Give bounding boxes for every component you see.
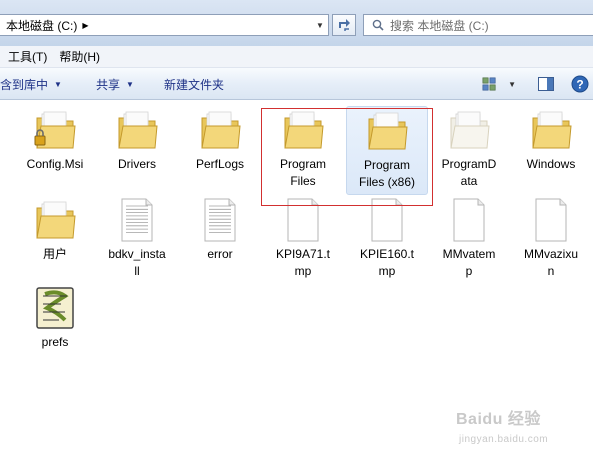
file-item[interactable]: prefs [14, 284, 96, 351]
share-label: 共享 [96, 77, 121, 92]
refresh-icon [339, 19, 350, 31]
file-name: KPI9A71.t mp [275, 247, 331, 278]
include-in-library-button[interactable]: 包含到库中 ▼ [0, 68, 62, 100]
chevron-down-icon: ▼ [126, 79, 134, 89]
help-icon: ? [571, 75, 589, 93]
preview-pane-icon [538, 77, 554, 91]
breadcrumb-arrow-icon[interactable]: ▶ [82, 21, 88, 30]
file-name: PerfLogs [195, 157, 245, 171]
highlight-annotation [261, 108, 433, 206]
file-name: MMvatem p [442, 247, 496, 278]
include-in-library-label: 包含到库中 [0, 77, 49, 92]
file-name: Drivers [118, 157, 156, 171]
file-item[interactable]: KPI9A71.t mp [262, 196, 344, 280]
file-item[interactable]: bdkv_insta ll [96, 196, 178, 280]
search-field[interactable]: 搜索 本地磁盘 (C:) [363, 14, 593, 36]
new-folder-label: 新建文件夹 [164, 77, 225, 92]
watermark-text: Baidu 经验 [456, 411, 541, 428]
new-folder-button[interactable]: 新建文件夹 [164, 68, 224, 100]
address-dropdown-icon[interactable]: ▼ [312, 15, 328, 35]
menu-help[interactable]: 帮助(H) [59, 48, 100, 65]
file-item[interactable]: MMvatem p [428, 196, 510, 280]
file-item[interactable]: Config.Msi [14, 106, 96, 173]
blank-file-icon [445, 196, 493, 244]
locked-folder-icon [31, 106, 79, 154]
file-item[interactable]: KPIE160.t mp [346, 196, 428, 280]
file-item[interactable]: Drivers [96, 106, 178, 173]
file-item[interactable]: ProgramD ata [428, 106, 510, 190]
file-name: error [207, 247, 233, 261]
hidden-folder-icon [445, 106, 493, 154]
folder-icon [31, 196, 79, 244]
menu-tools[interactable]: 工具(T) [8, 48, 47, 65]
file-name: 用户 [42, 247, 67, 261]
blank-file-icon [527, 196, 575, 244]
text-document-icon [113, 196, 161, 244]
file-name: KPIE160.t mp [359, 247, 415, 278]
watermark: Baidu 经验 jingyan.baidu.com [456, 405, 548, 447]
folder-icon [196, 106, 244, 154]
view-icon [482, 77, 496, 91]
file-name: ProgramD ata [441, 157, 497, 188]
svg-text:?: ? [576, 78, 583, 92]
file-item[interactable]: 用户 [14, 196, 96, 263]
file-name: prefs [41, 335, 69, 349]
address-bar-row: 本地磁盘 (C:) ▶ ▼ 搜索 本地磁盘 (C:) [0, 0, 593, 46]
view-options-button[interactable]: ▼ [482, 74, 516, 94]
file-item[interactable]: PerfLogs [179, 106, 261, 173]
file-item[interactable]: Windows [510, 106, 592, 173]
file-name: Config.Msi [26, 157, 84, 171]
search-icon [372, 19, 384, 31]
chevron-down-icon[interactable]: ▼ [508, 80, 516, 89]
search-placeholder: 搜索 本地磁盘 (C:) [390, 18, 489, 33]
command-bar: 包含到库中 ▼ 共享 ▼ 新建文件夹 ▼ ? [0, 68, 593, 100]
file-item[interactable]: MMvazixu n [510, 196, 592, 280]
chevron-down-icon: ▼ [54, 79, 62, 89]
folder-icon [113, 106, 161, 154]
refresh-button[interactable] [332, 14, 356, 36]
folder-icon [527, 106, 575, 154]
file-name: MMvazixu n [523, 247, 578, 278]
share-button[interactable]: 共享 ▼ [96, 68, 134, 100]
script-file-icon [31, 284, 79, 332]
file-item[interactable]: error [179, 196, 261, 263]
address-path[interactable]: 本地磁盘 (C:) [0, 17, 77, 34]
address-field[interactable]: 本地磁盘 (C:) ▶ ▼ [0, 14, 329, 36]
file-name: bdkv_insta ll [108, 247, 166, 278]
preview-pane-button[interactable] [536, 74, 556, 94]
menu-bar: 工具(T) 帮助(H) [0, 46, 593, 68]
help-button[interactable]: ? [570, 74, 590, 94]
file-name: Windows [526, 157, 576, 171]
text-document-icon [196, 196, 244, 244]
watermark-sub: jingyan.baidu.com [459, 434, 549, 445]
